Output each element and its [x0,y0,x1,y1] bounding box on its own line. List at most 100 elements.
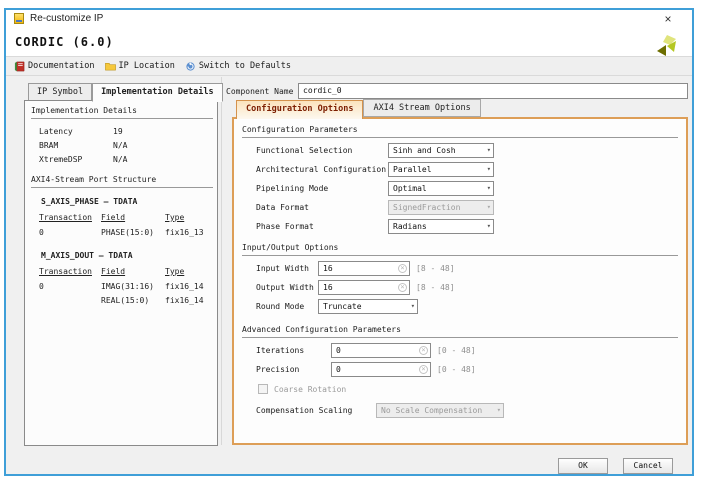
section-title-advanced: Advanced Configuration Parameters [242,325,678,338]
column-header: Type [165,267,184,276]
screen: Re-customize IP × CORDIC (6.0) Documenta… [0,0,702,484]
toolbar-item-label: Switch to Defaults [199,61,291,71]
input-value: 0 [336,365,341,374]
range-hint: [0 - 48] [437,346,476,355]
stat-value: 19 [113,127,123,136]
output-width-input[interactable]: 16 × [318,280,410,295]
iterations-input[interactable]: 0 × [331,343,431,358]
input-value: 16 [323,264,333,273]
select-value: Truncate [323,302,362,311]
window-titlebar[interactable]: Re-customize IP × [6,10,692,28]
field-label: Input Width [256,264,309,273]
column-header: Field [101,213,125,222]
select-value: Radians [393,222,427,231]
field-label: Data Format [256,203,309,212]
component-name-label: Component Name [226,87,293,96]
port-group-name: M_AXIS_DOUT — TDATA [41,251,133,260]
column-header: Type [165,213,184,222]
pipelining-mode-select[interactable]: Optimal ▾ [388,181,494,196]
input-value: 16 [323,283,333,292]
ok-button[interactable]: OK [558,458,608,474]
section-title-implementation-details: Implementation Details [31,106,213,119]
field-label: Iterations [256,346,304,355]
close-icon[interactable]: × [660,12,676,26]
toolbar: Documentation IP Location Switch to Defa… [6,56,692,76]
architectural-configuration-select[interactable]: Parallel ▾ [388,162,494,177]
checkbox-label: Coarse Rotation [274,385,346,394]
clear-icon[interactable]: × [419,346,428,355]
tab-axi4-stream-options[interactable]: AXI4 Stream Options [363,99,480,117]
coarse-rotation-checkbox [258,384,268,394]
page-title: CORDIC (6.0) [15,35,114,49]
table-cell: fix16_14 [165,296,204,305]
panel-splitter[interactable] [221,77,222,445]
port-group-name: S_AXIS_PHASE — TDATA [41,197,137,206]
tab-implementation-details[interactable]: Implementation Details [92,83,223,102]
component-name-input[interactable]: cordic_0 [298,83,688,99]
clear-icon[interactable]: × [398,264,407,273]
round-mode-select[interactable]: Truncate ▾ [318,299,418,314]
field-label: Output Width [256,283,314,292]
chevron-down-icon: ▾ [487,163,491,176]
section-title-port-structure: AXI4-Stream Port Structure [31,175,213,188]
table-cell: 0 [39,228,44,237]
data-format-select: SignedFraction ▾ [388,200,494,215]
table-cell: IMAG(31:16) [101,282,154,291]
clear-icon[interactable]: × [398,283,407,292]
field-label: Pipelining Mode [256,184,328,193]
documentation-button[interactable]: Documentation [11,60,98,73]
chevron-down-icon: ▾ [411,300,415,313]
right-tabbar: Configuration Options AXI4 Stream Option… [236,99,481,117]
table-cell: 0 [39,282,44,291]
functional-selection-select[interactable]: Sinh and Cosh ▾ [388,143,494,158]
cancel-button[interactable]: Cancel [623,458,673,474]
section-title-configuration-parameters: Configuration Parameters [242,125,678,138]
clear-icon[interactable]: × [419,365,428,374]
recustomize-ip-dialog: Re-customize IP × CORDIC (6.0) Documenta… [4,8,694,476]
input-width-input[interactable]: 16 × [318,261,410,276]
tab-configuration-options[interactable]: Configuration Options [236,100,363,119]
stat-value: N/A [113,155,127,164]
field-label: Precision [256,365,299,374]
switch-to-defaults-button[interactable]: Switch to Defaults [182,60,294,73]
folder-icon [105,61,116,71]
compensation-scaling-select: No Scale Compensation ▾ [376,403,504,418]
xilinx-logo-icon [654,34,678,58]
select-value: No Scale Compensation [381,406,482,415]
input-value: 0 [336,346,341,355]
documentation-book-icon [14,61,25,72]
stat-label: BRAM [39,141,58,150]
section-title-io-options: Input/Output Options [242,243,678,256]
range-hint: [8 - 48] [416,264,455,273]
toolbar-item-label: IP Location [119,61,175,71]
precision-input[interactable]: 0 × [331,362,431,377]
stat-label: Latency [39,127,73,136]
field-label: Architectural Configuration [256,165,386,174]
toolbar-item-label: Documentation [28,61,95,71]
configuration-options-panel: Configuration Parameters Functional Sele… [232,117,688,445]
chevron-down-icon: ▾ [487,144,491,157]
select-value: Sinh and Cosh [393,146,456,155]
table-cell: fix16_13 [165,228,204,237]
table-cell: REAL(15:0) [101,296,149,305]
column-header: Transaction [39,267,92,276]
column-header: Transaction [39,213,92,222]
ip-location-button[interactable]: IP Location [102,60,178,72]
phase-format-select[interactable]: Radians ▾ [388,219,494,234]
select-value: Optimal [393,184,427,193]
field-label: Phase Format [256,222,314,231]
select-value: SignedFraction [393,203,460,212]
dialog-header: CORDIC (6.0) [6,28,692,56]
window-icon [14,13,24,24]
switch-to-defaults-icon [185,61,196,72]
select-value: Parallel [393,165,432,174]
stat-value: N/A [113,141,127,150]
chevron-down-icon: ▾ [497,404,501,417]
chevron-down-icon: ▾ [487,182,491,195]
table-cell: PHASE(15:0) [101,228,154,237]
stat-label: XtremeDSP [39,155,82,164]
tab-ip-symbol[interactable]: IP Symbol [28,83,92,101]
chevron-down-icon: ▾ [487,201,491,214]
field-label: Round Mode [256,302,304,311]
implementation-details-panel: Implementation Details Latency 19 BRAM N… [24,100,218,446]
